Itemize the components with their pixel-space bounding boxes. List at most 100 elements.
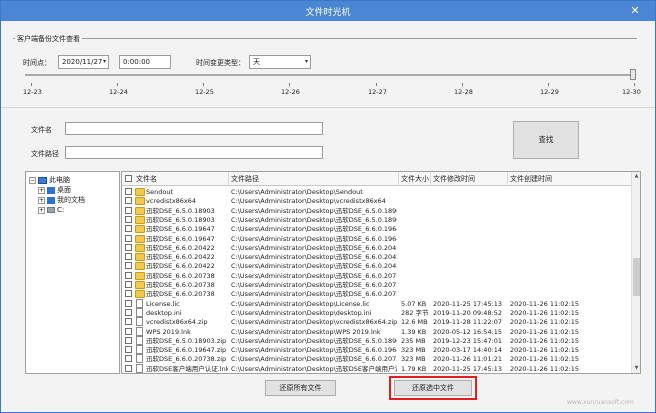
folder-icon <box>135 197 145 206</box>
timeline-tick <box>376 83 377 86</box>
row-checkbox[interactable] <box>125 225 132 233</box>
row-checkbox[interactable] <box>125 308 132 316</box>
filepath-input[interactable] <box>65 146 323 159</box>
tree-node-label: C: <box>57 206 65 214</box>
timeline-tick-label: 12-23 <box>23 88 42 96</box>
expand-icon[interactable]: + <box>38 196 45 204</box>
collapse-icon[interactable]: − <box>29 176 36 184</box>
file-icon <box>136 307 143 317</box>
tree-node-drive-c[interactable]: + C: <box>38 205 64 215</box>
cell-created: 2020-11-26 11:02:15 <box>510 364 580 373</box>
column-header-created[interactable]: 文件创建时间 <box>508 172 632 186</box>
cell-size: 1.79 KB <box>401 364 427 373</box>
row-checkbox[interactable] <box>125 327 132 335</box>
timeline-tick-label: 12-28 <box>454 88 473 96</box>
file-icon <box>136 335 143 345</box>
row-checkbox[interactable] <box>125 336 132 344</box>
group-label: 客户端备份文件查看 <box>15 34 82 44</box>
timeline-tick-label: 12-30 <box>622 88 641 96</box>
file-table: 文件名 文件路径 文件大小 文件修改时间 文件创建时间 Sendout C:\Us… <box>121 171 641 374</box>
file-icon <box>136 317 143 327</box>
row-checkbox[interactable] <box>125 346 132 354</box>
expand-icon[interactable]: + <box>38 206 45 214</box>
column-header-name[interactable]: 文件名 <box>122 172 229 186</box>
folder-icon <box>135 271 145 280</box>
cell-path: C:\Users\Administrator\Desktop\迅软DSE客户端用… <box>231 364 397 373</box>
window-title: 文件时光机 <box>305 8 351 18</box>
timeline-tick <box>634 83 635 86</box>
row-checkbox[interactable] <box>125 364 132 372</box>
file-time-machine-window: 文件时光机 ✕ 客户端备份文件查看 时间点： 2020/11/27 ▾ 0:00… <box>0 0 656 413</box>
row-checkbox[interactable] <box>125 271 132 279</box>
drive-icon <box>47 207 55 213</box>
row-checkbox[interactable] <box>125 197 132 205</box>
scrollbar-thumb[interactable] <box>633 258 640 296</box>
row-checkbox[interactable] <box>125 281 132 288</box>
row-checkbox[interactable] <box>125 318 132 326</box>
file-icon <box>136 298 143 308</box>
select-all-checkbox[interactable] <box>125 175 132 182</box>
timeline-tick <box>203 83 204 86</box>
pc-icon <box>38 176 47 184</box>
group-separator <box>13 38 637 39</box>
row-checkbox[interactable] <box>125 234 132 242</box>
folder-icon <box>135 234 145 243</box>
cell-modified: 2020-11-25 17:45:13 <box>433 364 503 373</box>
desktop-folder-icon <box>47 186 55 194</box>
file-icon <box>136 345 143 355</box>
timeline-slider-thumb[interactable] <box>630 69 636 80</box>
timeline-tick-label: 12-27 <box>368 88 387 96</box>
row-checkbox[interactable] <box>125 206 132 214</box>
filename-input[interactable] <box>65 122 323 135</box>
table-row[interactable]: 迅软DSE客户端用户认证.lnk C:\Users\Administrator\D… <box>122 363 632 373</box>
time-spinner[interactable]: 0:00:00 <box>119 55 171 69</box>
row-checkbox[interactable] <box>125 355 132 363</box>
filename-label: 文件名 <box>31 126 52 134</box>
time-point-label: 时间点： <box>23 59 51 67</box>
find-button[interactable]: 查找 <box>513 121 579 159</box>
change-type-select[interactable]: 天 ▾ <box>249 55 311 69</box>
column-header-size[interactable]: 文件大小 <box>399 172 431 186</box>
column-header-path[interactable]: 文件路径 <box>229 172 399 186</box>
restore-selected-button[interactable]: 还原选中文件 <box>394 380 472 396</box>
folder-icon <box>135 188 145 196</box>
title-bar[interactable]: 文件时光机 ✕ <box>1 1 655 21</box>
folder-icon <box>135 225 145 234</box>
folder-icon <box>135 262 145 271</box>
row-checkbox[interactable] <box>125 188 132 195</box>
row-checkbox[interactable] <box>125 262 132 270</box>
tree-node-desktop[interactable]: + 桌面 <box>38 185 71 195</box>
row-checkbox[interactable] <box>125 290 132 298</box>
timeline-slider-track[interactable] <box>25 74 636 76</box>
table-header: 文件名 文件路径 文件大小 文件修改时间 文件创建时间 <box>122 172 632 186</box>
documents-icon <box>47 196 55 204</box>
time-value: 0:00:00 <box>123 58 150 66</box>
restore-all-button[interactable]: 还原所有文件 <box>265 380 336 396</box>
tree-node-this-pc[interactable]: − 此电脑 <box>29 175 70 185</box>
expand-icon[interactable]: + <box>38 186 45 194</box>
row-checkbox[interactable] <box>125 253 132 261</box>
tree-node-documents[interactable]: + 我的文档 <box>38 195 85 205</box>
filepath-label: 文件路径 <box>31 150 59 158</box>
file-icon <box>136 326 143 336</box>
chevron-down-icon: ▾ <box>102 58 106 65</box>
folder-icon <box>135 206 145 215</box>
date-picker[interactable]: 2020/11/27 ▾ <box>58 55 109 69</box>
scroll-down-icon[interactable]: ▼ <box>632 364 640 373</box>
timeline-tick-label: 12-26 <box>281 88 300 96</box>
section-divider <box>1 107 655 108</box>
column-header-modified[interactable]: 文件修改时间 <box>431 172 508 186</box>
change-type-label: 时间变更类型： <box>196 59 245 67</box>
close-button[interactable]: ✕ <box>626 3 644 18</box>
row-checkbox[interactable] <box>125 243 132 251</box>
timeline-tick <box>548 83 549 86</box>
file-icon <box>136 363 143 373</box>
scroll-up-icon[interactable]: ▲ <box>632 172 640 181</box>
vertical-scrollbar[interactable]: ▲ ▼ <box>631 172 640 373</box>
cell-name: 迅软DSE客户端用户认证.lnk <box>146 364 228 373</box>
folder-icon <box>135 281 145 289</box>
folder-icon <box>135 253 145 262</box>
row-checkbox[interactable] <box>125 299 132 307</box>
folder-icon <box>135 243 145 252</box>
row-checkbox[interactable] <box>125 215 132 223</box>
